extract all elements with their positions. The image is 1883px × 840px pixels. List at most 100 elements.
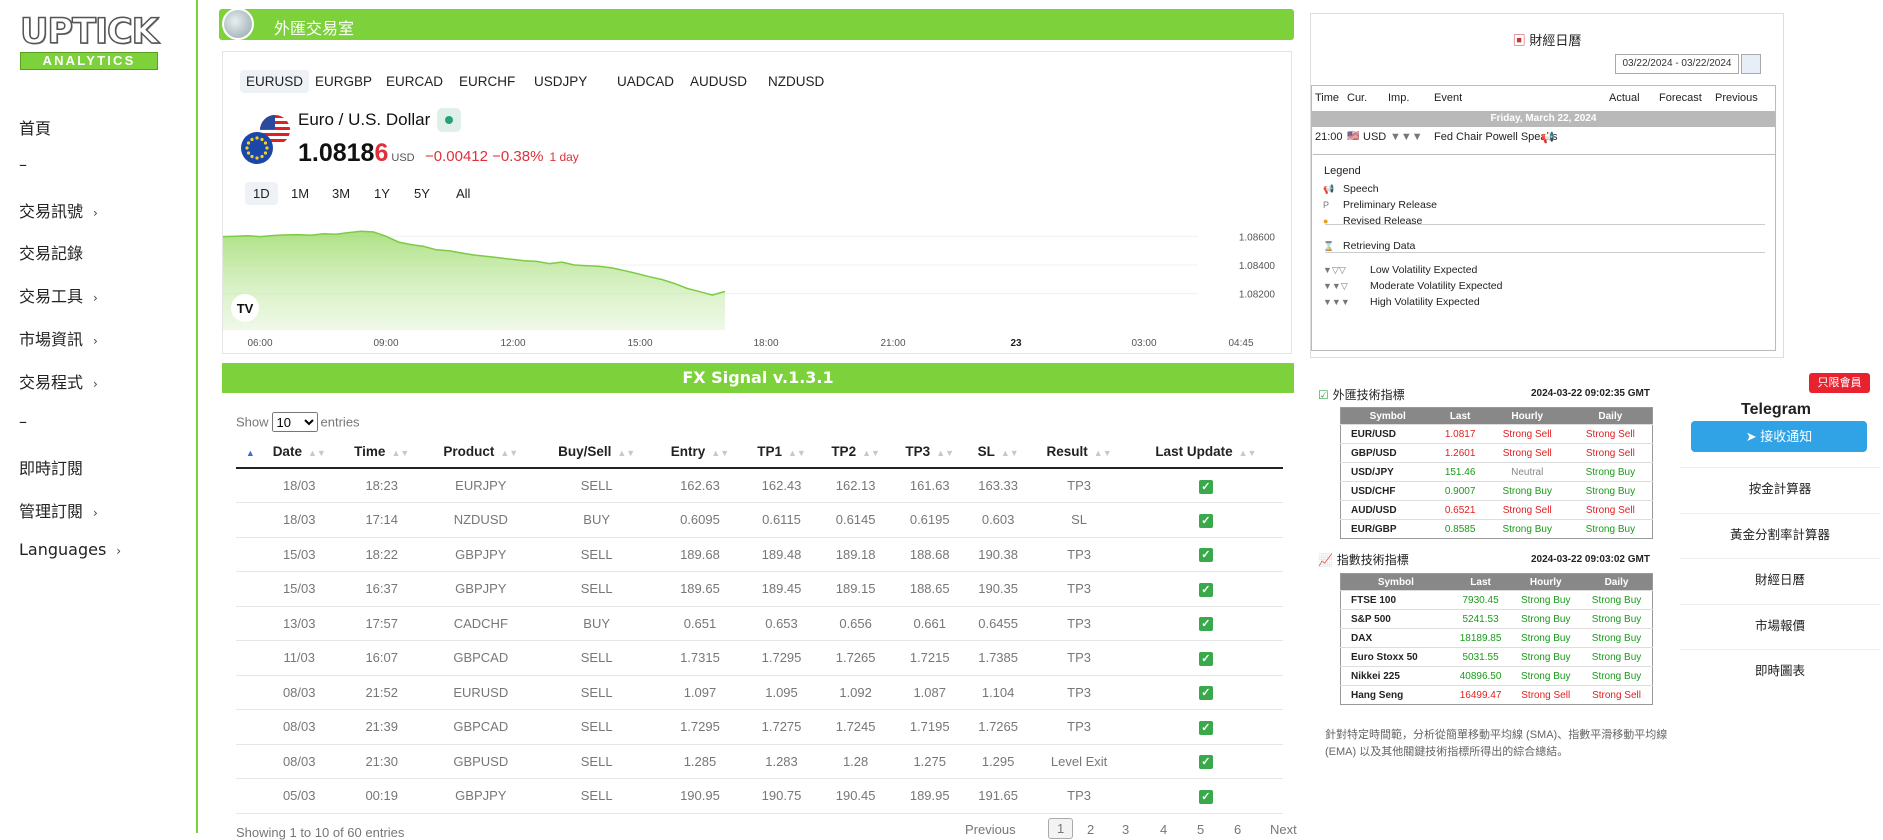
calendar-legend: Legend 📢 Speech P Preliminary Release ● Revis… [1313,154,1775,308]
table-cell: 1.7295 [655,709,745,745]
table-cell: 1.285 [655,744,745,779]
range-button[interactable]: 1M [283,182,317,205]
tech-cell: Strong Buy [1581,666,1653,686]
tool-link[interactable]: 按金計算器 [1680,467,1880,511]
table-cell [236,468,259,503]
column-header-7[interactable]: TP2 ▲▼ [818,435,893,469]
symbol-tab[interactable]: EURCAD [380,70,449,93]
tech-cell: Strong Sell [1485,500,1569,520]
send-icon: ➤ [1745,429,1757,444]
table-cell: GBPJPY [423,571,538,607]
check-icon: ☑ [1318,388,1329,402]
nav-item[interactable]: 交易記錄 [19,240,83,264]
column-header-0[interactable]: ▲ [236,435,259,469]
tech-column-header: Symbol [1340,573,1451,591]
column-header-10[interactable]: Result ▲▼ [1029,435,1129,469]
nav-item[interactable]: 交易工具 › [19,283,98,307]
column-header-5[interactable]: Entry ▲▼ [655,435,745,469]
pagination-previous[interactable]: Previous [965,822,1016,837]
market-status-icon [437,108,461,132]
tech-row: Euro Stoxx 50 5031.55 Strong Buy Strong Buy [1340,647,1653,667]
pagination-page[interactable]: 4 [1160,822,1167,837]
event-name[interactable]: Fed Chair Powell Speaks [1434,131,1558,143]
tool-link[interactable]: 黃金分割率計算器 [1680,513,1880,557]
date-range-input[interactable]: 03/22/2024 - 03/22/2024 [1615,54,1739,74]
nav-item[interactable]: 市場資訊 › [19,326,98,350]
table-cell: BUY [537,502,656,538]
tech-row: USD/JPY 151.46 Neutral Strong Buy [1340,462,1653,482]
symbol-tab[interactable]: AUDUSD [684,70,753,93]
x-tick-label: 23 [1010,338,1022,349]
pagination-page[interactable]: 5 [1197,822,1204,837]
range-button[interactable]: 3M [324,182,358,205]
symbol-tab[interactable]: NZDUSD [762,70,830,93]
page-size-select[interactable]: 10 [271,412,318,432]
column-header-11[interactable]: Last Update ▲▼ [1128,435,1283,469]
nav-item[interactable]: 交易訊號 › [19,198,98,222]
range-button[interactable]: 1Y [366,182,398,205]
nav-item[interactable]: 交易程式 › [19,369,98,393]
telegram-notify-button[interactable]: ➤ 接收通知 [1691,421,1867,452]
nav-item[interactable]: 首頁 [19,115,51,139]
table-cell: 1.295 [966,744,1030,779]
table-cell: TP3 [1029,468,1129,503]
calendar-icon: ▣ [1512,33,1526,48]
pagination-next[interactable]: Next [1270,822,1297,837]
pagination-page[interactable]: 6 [1234,822,1241,837]
column-header-3[interactable]: Product ▲▼ [423,435,538,469]
table-cell: 190.95 [655,778,745,814]
range-button[interactable]: 1D [245,182,278,205]
table-cell: 1.7265 [818,640,893,676]
tool-link[interactable]: 財經日曆 [1680,558,1880,602]
tech-row: DAX 18189.85 Strong Buy Strong Buy [1340,628,1653,648]
calendar-column-header: Forecast [1659,92,1702,104]
column-header-1[interactable]: Date ▲▼ [258,435,340,469]
tech-column-header: Symbol [1340,407,1435,425]
column-header-9[interactable]: SL ▲▼ [966,435,1030,469]
tool-link[interactable]: 即時圖表 [1680,649,1880,693]
date-picker-button[interactable] [1741,54,1761,74]
tradingview-icon[interactable]: TV [231,294,259,322]
price-last-digit: 6 [374,139,389,167]
range-button[interactable]: 5Y [406,182,438,205]
pagination-page[interactable]: 2 [1087,822,1094,837]
telegram-title: Telegram [1741,401,1811,418]
pagination-page[interactable]: 3 [1122,822,1129,837]
table-cell: CADCHF [423,606,538,641]
change-percent: −0.38% [492,148,544,165]
table-cell [236,537,259,572]
table-cell: 11/03 [258,640,340,676]
table-cell [236,744,259,779]
column-header-6[interactable]: TP1 ▲▼ [744,435,819,469]
table-cell: SELL [537,640,656,676]
nav-item[interactable]: 管理訂閱 › [19,498,98,522]
nav-item-label: 首頁 [19,119,52,138]
symbol-tab[interactable]: EURGBP [309,70,378,93]
column-header-8[interactable]: TP3 ▲▼ [892,435,967,469]
nav-item[interactable]: 即時訂閱 [19,455,83,479]
tech-cell: DAX [1340,628,1451,648]
pagination-page[interactable]: 1 [1048,818,1074,839]
calendar-column-header: Time [1315,92,1340,104]
table-cell [236,502,259,538]
table-cell: TP3 [1029,709,1129,745]
column-header-label: TP1 [757,443,782,459]
table-cell: 00:19 [339,778,424,814]
column-header-label: TP2 [831,443,857,459]
symbol-tab[interactable]: EURUSD [240,70,310,93]
nav-item[interactable]: Languages › [19,540,121,559]
symbol-tab[interactable]: EURCHF [453,70,521,93]
column-header-2[interactable]: Time ▲▼ [339,435,424,469]
tool-link[interactable]: 市場報價 [1680,604,1880,648]
sort-icon: ▲▼ [1000,447,1019,458]
logo[interactable]: UPTICK ANALYTICS [19,13,160,70]
table-cell: GBPJPY [423,537,538,572]
symbol-tab[interactable]: UADCAD [611,70,680,93]
range-button[interactable]: All [448,182,478,205]
symbol-tab[interactable]: USDJPY [528,70,593,93]
check-icon: ✓ [1198,479,1213,494]
column-header-4[interactable]: Buy/Sell ▲▼ [537,435,656,469]
calendar-column-header: Event [1434,92,1463,104]
price-chart[interactable]: 06:00 09:00 12:00 15:00 18:00 21:00 23 03:00 04:… [223,212,1293,355]
table-cell: 1.7275 [744,709,819,745]
